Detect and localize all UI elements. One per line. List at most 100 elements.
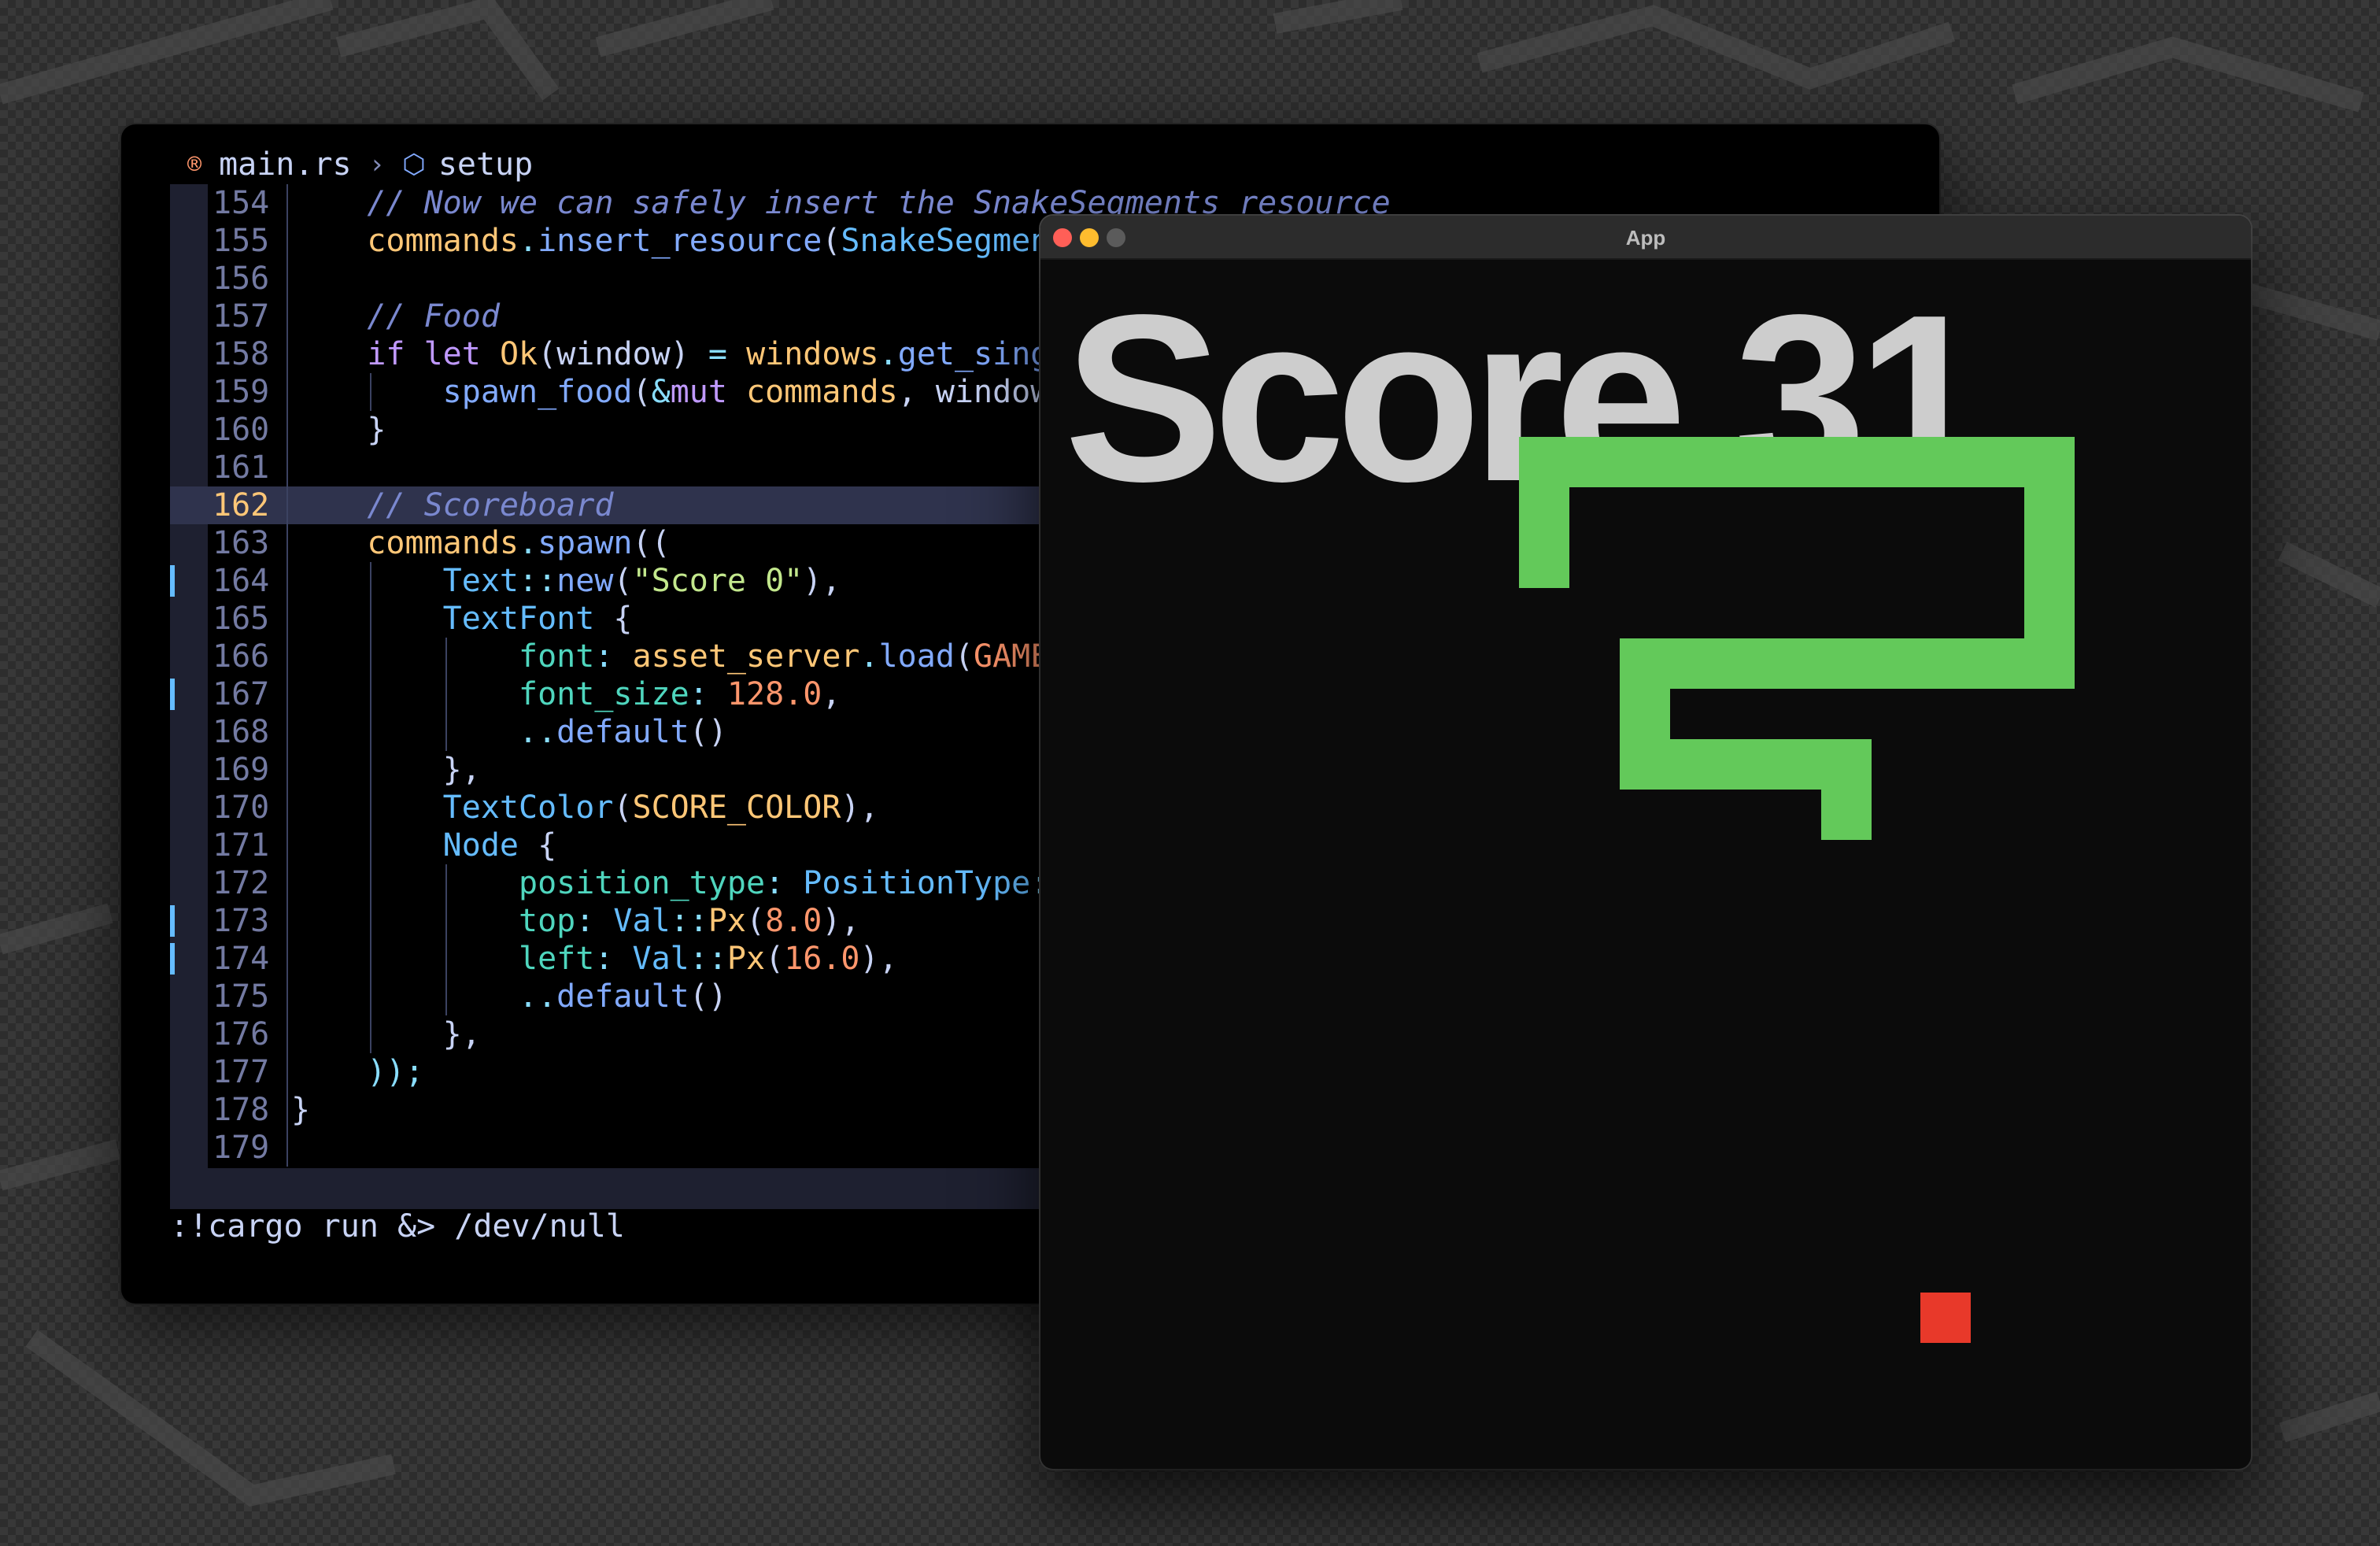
line-number: 171 (213, 827, 270, 864)
code-token: ( (613, 563, 633, 599)
code-token: 8.0 (765, 903, 822, 939)
app-window[interactable]: App Score 31 (1040, 216, 2251, 1469)
code-token: ), (803, 563, 841, 599)
line-number: 162 (213, 487, 270, 523)
code-token: :: (689, 941, 727, 977)
code-token: ( (954, 638, 974, 675)
breadcrumb-symbol[interactable]: setup (438, 146, 533, 183)
command-line[interactable]: :!cargo run &> /dev/null (170, 1204, 625, 1248)
code-text: } (291, 1091, 310, 1129)
code-token: insert_resource (538, 223, 822, 259)
git-change-sign (170, 679, 175, 710)
code-text: left: Val::Px(16.0), (291, 940, 898, 978)
code-token: Px (708, 903, 747, 939)
line-number: 176 (213, 1016, 270, 1052)
gutter-separator (286, 486, 288, 524)
code-token: commands (367, 525, 519, 561)
breadcrumb-file[interactable]: main.rs (219, 146, 352, 183)
code-token: . (878, 336, 898, 372)
line-number: 158 (213, 336, 270, 372)
code-token: : (689, 676, 708, 712)
code-text: // Food (291, 298, 500, 335)
code-token: : (765, 865, 785, 901)
gutter-separator (286, 184, 288, 222)
gutter-separator (286, 524, 288, 562)
code-token: SCORE_COLOR (632, 790, 841, 826)
git-change-sign (170, 565, 175, 597)
line-number: 167 (213, 676, 270, 712)
code-token: .. (518, 714, 557, 750)
code-text: } (291, 411, 386, 449)
code-token: :: (670, 903, 708, 939)
food (1920, 1293, 1971, 1343)
gutter-separator (286, 1015, 288, 1053)
code-token: }, (442, 1016, 481, 1052)
line-number: 154 (213, 185, 270, 221)
gutter-separator (286, 1053, 288, 1091)
code-token: new (556, 563, 614, 599)
line-number: 174 (213, 941, 270, 977)
code-token: () (689, 714, 727, 750)
code-token: // Food (367, 298, 500, 335)
code-token: { (518, 827, 557, 864)
code-token: default (556, 978, 689, 1015)
code-token: .. (518, 978, 557, 1015)
line-number: 173 (213, 903, 270, 939)
gutter-separator (286, 864, 288, 902)
gutter-separator (286, 562, 288, 600)
code-token: mut (670, 374, 727, 410)
gutter-separator (286, 1129, 288, 1167)
code-token: Node (442, 827, 519, 864)
line-number: 179 (213, 1130, 270, 1166)
code-token: :: (518, 563, 557, 599)
code-text: TextFont { (291, 600, 633, 638)
line-number: 175 (213, 978, 270, 1015)
code-token: 16.0 (784, 941, 860, 977)
code-text: // Scoreboard (291, 486, 613, 524)
line-number: 170 (213, 790, 270, 826)
code-token: ( (822, 223, 841, 259)
code-token: ) (670, 336, 708, 372)
code-token: (( (632, 525, 671, 561)
code-text: Node { (291, 827, 557, 864)
code-token: window (556, 336, 671, 372)
line-number: 178 (213, 1092, 270, 1128)
code-token: let (423, 336, 481, 372)
code-token: Px (726, 941, 766, 977)
code-token: PositionType (803, 865, 1031, 901)
title-bar[interactable]: App (1040, 216, 2251, 260)
window-title: App (1625, 226, 1666, 250)
code-token: commands (367, 223, 519, 259)
snake-segment (1821, 739, 1872, 840)
code-token: top (518, 903, 576, 939)
line-number: 165 (213, 601, 270, 637)
code-token: 128.0 (726, 676, 822, 712)
code-text: Text::new("Score 0"), (291, 562, 841, 600)
code-token: windows (746, 336, 879, 372)
gutter-separator (286, 751, 288, 789)
gutter-separator (286, 222, 288, 260)
code-token: ( (538, 336, 557, 372)
code-token: } (367, 412, 386, 448)
code-token: // Scoreboard (367, 487, 614, 523)
line-number: 164 (213, 563, 270, 599)
code-token: : (594, 638, 614, 675)
line-number: 177 (213, 1054, 270, 1090)
gutter-separator (286, 713, 288, 751)
line-number: 166 (213, 638, 270, 675)
code-token: ( (765, 941, 785, 977)
